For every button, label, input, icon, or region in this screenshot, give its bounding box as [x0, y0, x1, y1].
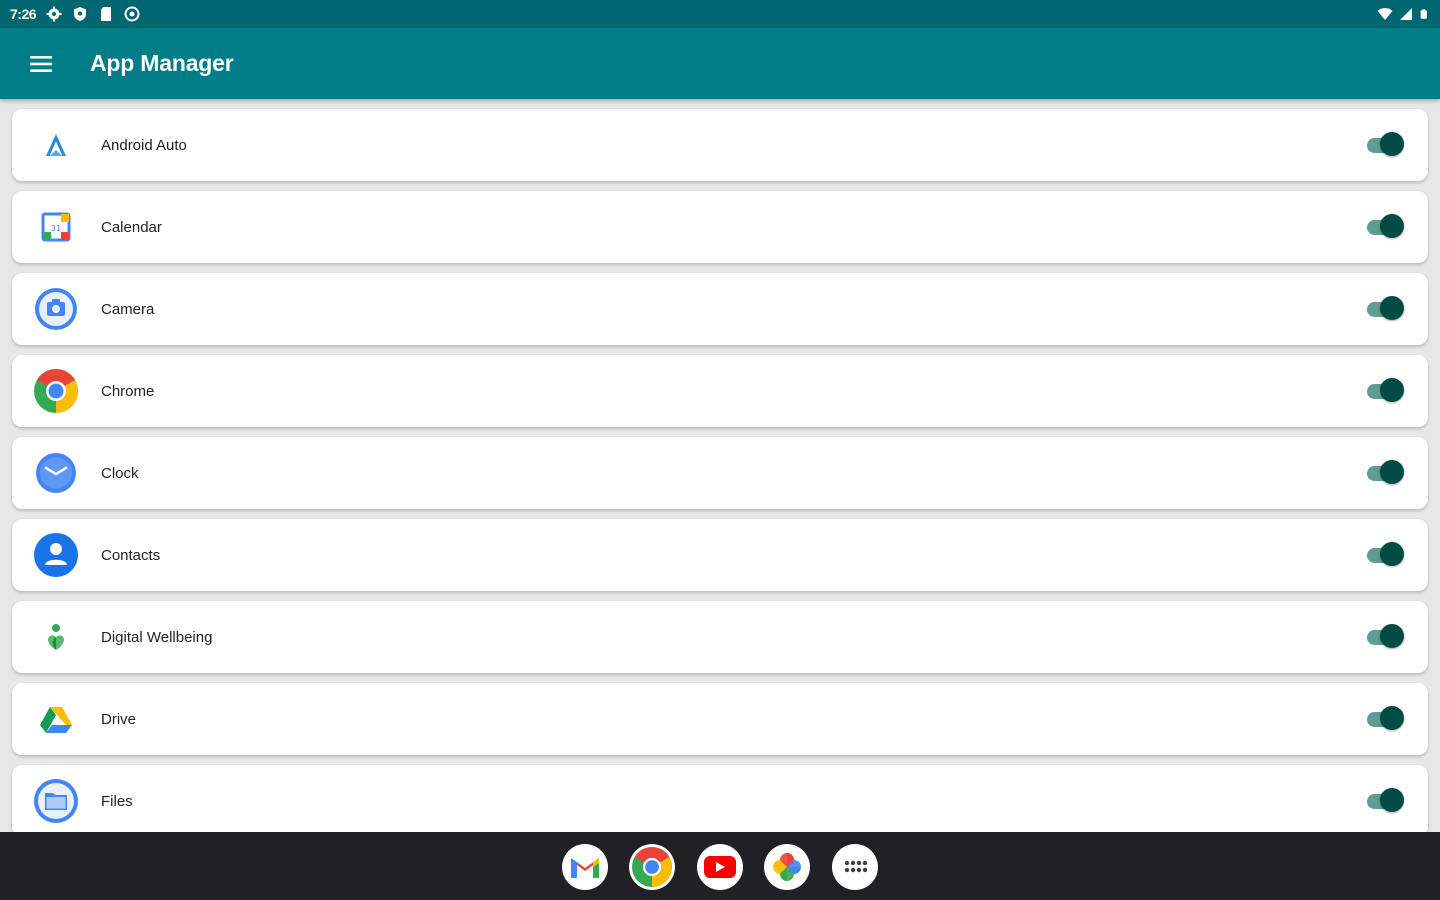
app-name: Digital Wellbeing — [101, 628, 213, 646]
app-row-files[interactable]: Files — [12, 765, 1428, 832]
chrome-icon — [34, 369, 78, 413]
wifi-icon — [1377, 8, 1393, 20]
app-row-drive[interactable]: Drive — [12, 683, 1428, 755]
sd-card-icon — [101, 7, 112, 21]
app-name: Clock — [101, 464, 139, 482]
vpn-icon — [124, 6, 140, 22]
calendar-icon: 31 — [41, 212, 71, 242]
dock-app-chrome[interactable] — [629, 844, 675, 890]
app-row-chrome[interactable]: Chrome — [12, 355, 1428, 427]
svg-text:31: 31 — [51, 224, 61, 233]
app-name: Files — [101, 792, 133, 810]
enable-toggle[interactable] — [1367, 460, 1404, 486]
android-auto-icon — [46, 134, 66, 156]
photos-icon — [773, 853, 801, 881]
app-row-digital-wellbeing[interactable]: Digital Wellbeing — [12, 601, 1428, 673]
contacts-icon — [34, 533, 78, 577]
cellular-signal-icon — [1400, 8, 1412, 20]
enable-toggle[interactable] — [1367, 378, 1404, 404]
status-left: 7:26 — [10, 6, 140, 22]
menu-icon — [30, 55, 52, 72]
enable-toggle[interactable] — [1367, 132, 1404, 158]
app-row-calendar[interactable]: 31 Calendar — [12, 191, 1428, 263]
app-drawer-icon — [844, 860, 867, 873]
app-row-android-auto[interactable]: Android Auto — [12, 109, 1428, 181]
app-name: Android Auto — [101, 136, 187, 154]
enable-toggle[interactable] — [1367, 706, 1404, 732]
status-right — [1376, 6, 1430, 22]
files-icon — [34, 779, 78, 823]
app-row-clock[interactable]: Clock — [12, 437, 1428, 509]
enable-toggle[interactable] — [1367, 542, 1404, 568]
clock-icon — [36, 453, 76, 493]
dock-app-youtube[interactable] — [697, 844, 743, 890]
app-row-contacts[interactable]: Contacts — [12, 519, 1428, 591]
drive-icon — [40, 707, 72, 733]
battery-icon — [1420, 9, 1427, 19]
status-time: 7:26 — [10, 6, 37, 22]
status-bar: 7:26 — [0, 0, 1440, 28]
taskbar — [0, 832, 1440, 900]
shield-icon — [74, 7, 87, 21]
app-bar: App Manager — [0, 28, 1440, 99]
app-name: Calendar — [101, 218, 162, 236]
app-row-camera[interactable]: Camera — [12, 273, 1428, 345]
app-name: Camera — [101, 300, 155, 318]
dock-app-photos[interactable] — [764, 844, 810, 890]
enable-toggle[interactable] — [1367, 624, 1404, 650]
enable-toggle[interactable] — [1367, 296, 1404, 322]
enable-toggle[interactable] — [1367, 788, 1404, 814]
youtube-icon — [704, 856, 736, 878]
digital-wellbeing-icon — [48, 624, 64, 650]
app-list: Android Auto 31 Calendar Camera Chrome C… — [0, 99, 1440, 832]
app-name: Contacts — [101, 546, 161, 564]
gmail-icon — [571, 858, 599, 878]
app-name: Drive — [101, 710, 137, 728]
enable-toggle[interactable] — [1367, 214, 1404, 240]
page-title: App Manager — [90, 50, 234, 76]
dock-app-drawer[interactable] — [832, 844, 878, 890]
app-name: Chrome — [101, 382, 155, 400]
camera-icon — [35, 288, 77, 330]
dock-app-gmail[interactable] — [562, 844, 608, 890]
chrome-icon — [632, 847, 672, 887]
settings-icon — [46, 6, 62, 22]
menu-button[interactable] — [21, 44, 61, 84]
